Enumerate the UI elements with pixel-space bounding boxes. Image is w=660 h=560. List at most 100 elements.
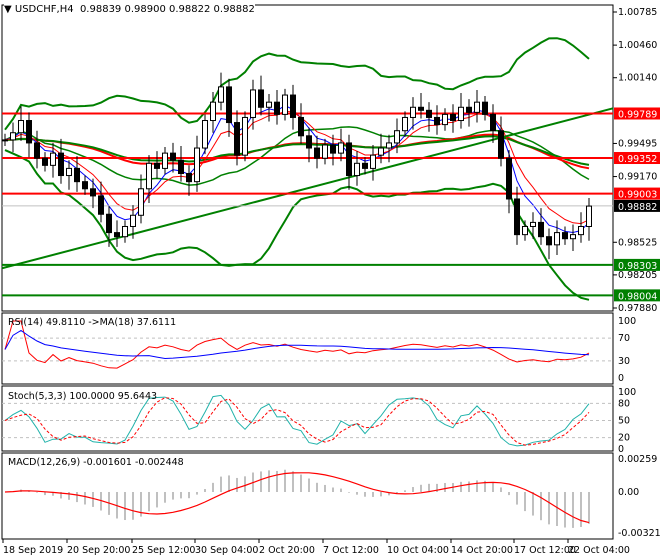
macd-tick-label: 0.00259 xyxy=(618,454,657,465)
candle-body xyxy=(354,162,360,177)
candle-body xyxy=(506,157,512,200)
candle-body xyxy=(370,154,376,169)
bollinger-upper xyxy=(4,37,590,131)
rsi-tick-label: 30 xyxy=(618,356,630,367)
candle-body xyxy=(298,116,304,137)
candle-body xyxy=(242,116,248,156)
candle-body xyxy=(578,225,584,236)
candle-body xyxy=(338,142,344,154)
rsi-label: RSI(14) 49.8110 ->MA(18) 37.6111 xyxy=(8,317,176,328)
rsi-tick-label: 0 xyxy=(618,373,624,384)
candle-body xyxy=(18,120,24,134)
candle-body xyxy=(106,213,112,234)
price-tick-label: 0.99170 xyxy=(618,172,657,183)
time-label: 25 Sep 12:00 xyxy=(132,545,195,556)
candle-body xyxy=(546,236,552,246)
candle-body xyxy=(82,181,88,190)
stoch-tick-label: 20 xyxy=(618,433,630,444)
candle-body xyxy=(450,113,456,122)
candle-body xyxy=(362,162,368,169)
candle-body xyxy=(34,142,40,159)
time-label: 10 Oct 04:00 xyxy=(387,545,449,556)
candle-body xyxy=(202,120,208,149)
candle-body xyxy=(162,152,168,169)
candle-body xyxy=(170,152,176,161)
stoch-tick-label: 100 xyxy=(618,387,636,398)
resistance-label: 0.99789 xyxy=(618,109,657,120)
macd-signal-line xyxy=(4,472,590,524)
candle-body xyxy=(146,162,152,190)
macd-tick-label: 0.00 xyxy=(618,487,639,498)
candle-body xyxy=(522,225,528,236)
candle-body xyxy=(290,94,296,118)
candle-body xyxy=(66,167,72,177)
stoch-label: Stoch(5,3,3) 100.0000 95.6443 xyxy=(8,391,157,402)
time-label: 18 Sep 2019 xyxy=(3,545,63,556)
price-tick-label: 0.98525 xyxy=(618,237,657,248)
candle-body xyxy=(10,132,16,141)
candle-body xyxy=(90,188,96,197)
candle-body xyxy=(306,135,312,149)
candle-body xyxy=(154,162,160,169)
rsi-tick-label: 70 xyxy=(618,333,630,344)
time-label: 20 Sep 20:00 xyxy=(67,545,130,556)
candle-body xyxy=(194,147,200,183)
candle-body xyxy=(210,101,216,122)
price-tick-label: 1.00460 xyxy=(618,40,657,51)
candle-body xyxy=(474,101,480,113)
candle-body xyxy=(122,225,128,238)
candle-body xyxy=(498,130,504,159)
current-price-label: 0.98882 xyxy=(618,202,657,213)
candle-body xyxy=(266,101,272,108)
resistance-label: 0.99352 xyxy=(618,154,657,165)
candle-body xyxy=(258,89,264,108)
candle-body xyxy=(178,159,184,175)
candle-body xyxy=(58,152,64,177)
rsi-tick-label: 100 xyxy=(618,316,636,327)
candle-body xyxy=(322,144,328,159)
symbol-label: USDCHF,H4 xyxy=(14,4,74,15)
ohlc-values: 0.98839 0.98900 0.98822 0.98882 xyxy=(79,4,255,15)
chart-canvas[interactable]: 1.00785 1.00460 1.00140 0.99495 0.99170 0.985… xyxy=(0,0,660,560)
candle-body xyxy=(490,113,496,132)
candle-body xyxy=(50,152,56,166)
price-tick-label: 1.00140 xyxy=(618,73,657,84)
chart-window[interactable]: 1.00785 1.00460 1.00140 0.99495 0.99170 0.985… xyxy=(0,0,660,560)
time-label: 17 Oct 12:00 xyxy=(514,545,576,556)
candle-body xyxy=(314,147,320,159)
time-label: 30 Sep 04:00 xyxy=(195,545,258,556)
candle-body xyxy=(514,198,520,236)
candle-body xyxy=(346,142,352,177)
candle-body xyxy=(114,232,120,238)
stoch-tick-label: 80 xyxy=(618,398,630,409)
time-label: 14 Oct 20:00 xyxy=(451,545,513,556)
price-tick-label: 0.99495 xyxy=(618,138,657,149)
candle-body xyxy=(426,109,432,118)
candle-body xyxy=(226,86,232,124)
bollinger-lower xyxy=(4,149,590,301)
candle-body xyxy=(402,116,408,132)
stoch-tick-label: 50 xyxy=(618,416,630,427)
support-label: 0.98004 xyxy=(618,291,657,302)
candle-body xyxy=(394,130,400,144)
time-label: 2 Oct 20:00 xyxy=(259,545,315,556)
candle-body xyxy=(98,195,104,215)
candle-body xyxy=(138,188,144,216)
macd-label: MACD(12,26,9) -0.001601 -0.002448 xyxy=(8,457,184,468)
price-tick-label: 1.00785 xyxy=(618,7,657,18)
candle-body xyxy=(570,234,576,240)
resistance-label: 0.99003 xyxy=(618,190,657,201)
collapse-triangle-icon[interactable]: ▼ xyxy=(4,4,12,15)
candle-body xyxy=(274,101,280,115)
chart-header: ▼ USDCHF,H4 0.98839 0.98900 0.98822 0.98… xyxy=(4,4,255,15)
candle-body xyxy=(42,157,48,166)
time-label: 7 Oct 12:00 xyxy=(323,545,379,556)
candle-body xyxy=(418,106,424,111)
candle-body xyxy=(554,232,560,246)
candle-body xyxy=(466,106,472,113)
candle-body xyxy=(130,214,136,227)
candle-body xyxy=(330,144,336,154)
candle-body xyxy=(218,86,224,103)
candle-body xyxy=(410,106,416,118)
candle-body xyxy=(74,167,80,183)
